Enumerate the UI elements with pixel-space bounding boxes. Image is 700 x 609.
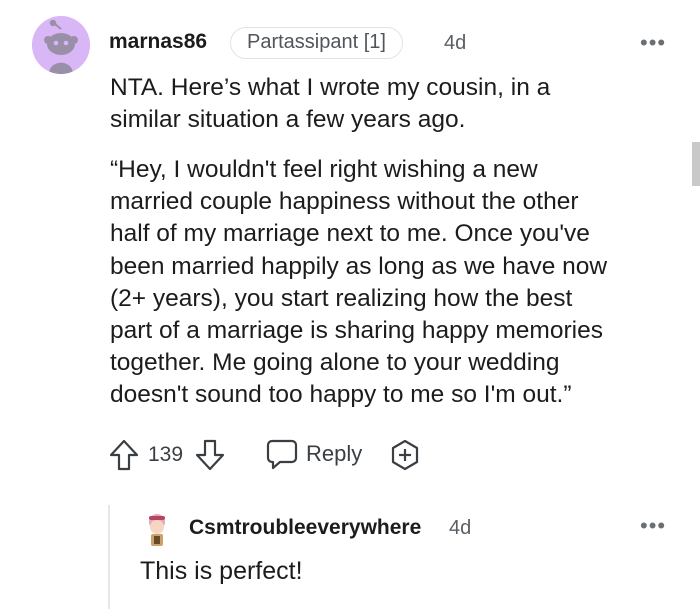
comment-line: part of a marriage is sharing happy memo…: [110, 317, 603, 345]
snoo-avatar-icon: [32, 16, 90, 74]
reply-timestamp[interactable]: 4d: [449, 517, 471, 540]
comment-author[interactable]: marnas86: [109, 30, 207, 54]
reply-text: This is perfect!: [140, 557, 303, 585]
avatar[interactable]: [32, 16, 90, 74]
comment-line: been married happily as long as we have …: [110, 252, 608, 280]
scrollbar[interactable]: [692, 142, 700, 186]
upvote-button[interactable]: [108, 438, 140, 472]
reply-more-options-icon[interactable]: •••: [640, 515, 666, 537]
award-button[interactable]: [388, 438, 422, 472]
reply-button[interactable]: Reply: [266, 438, 362, 470]
downvote-arrow-icon: [195, 439, 225, 471]
thread-line[interactable]: [108, 505, 110, 609]
user-flair: Partassipant [1]: [230, 27, 403, 59]
comment-line: NTA. Here’s what I wrote my cousin, in a: [110, 74, 551, 101]
downvote-button[interactable]: [194, 438, 226, 472]
comment-line: (2+ years), you start realizing how the …: [110, 284, 573, 312]
upvote-arrow-icon: [109, 439, 139, 471]
vote-count: 139: [148, 443, 184, 466]
comment-paragraph: NTA. Here’s what I wrote my cousin, in a…: [110, 72, 680, 136]
comment-timestamp[interactable]: 4d: [444, 32, 466, 55]
speech-bubble-icon: [266, 439, 298, 470]
reply-author[interactable]: Csmtroubleeverywhere: [189, 516, 421, 540]
comment-line: similar situation a few years ago.: [110, 106, 466, 134]
reply-label: Reply: [306, 441, 363, 466]
user-avatar-icon: [149, 514, 165, 546]
award-plus-icon: [391, 439, 419, 471]
comment-line: half of my marriage next to me. Once you…: [110, 220, 590, 248]
reply-avatar[interactable]: [141, 512, 173, 548]
comment-quote-paragraph: “Hey, I wouldn't feel right wishing a ne…: [110, 154, 680, 412]
comment-line: doesn't sound too happy to me so I'm out…: [110, 381, 572, 409]
comment-line: “Hey, I wouldn't feel right wishing a ne…: [110, 156, 538, 183]
comment-line: married couple happiness without the oth…: [110, 188, 579, 216]
more-options-icon[interactable]: •••: [640, 32, 666, 54]
comment-line: together. Me going alone to your wedding: [110, 349, 560, 377]
